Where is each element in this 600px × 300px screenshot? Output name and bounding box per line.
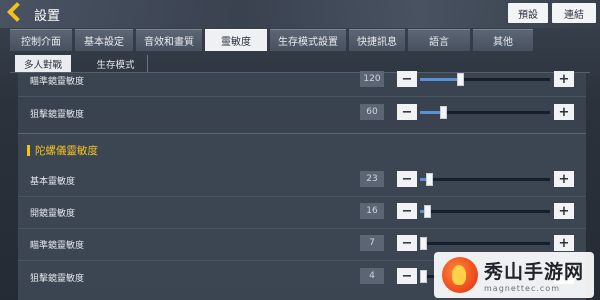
- increase-button[interactable]: +: [554, 235, 574, 251]
- increase-button[interactable]: +: [554, 171, 574, 187]
- setting-label: 開鏡靈敏度: [30, 209, 76, 219]
- section-marker: [27, 145, 30, 156]
- decrease-button[interactable]: −: [397, 104, 417, 120]
- setting-label: 基本靈敏度: [30, 177, 76, 187]
- settings-tabs: 控制介面 基本設定 音效和畫質 靈敏度 生存模式設置 快捷訊息 語言 其他: [10, 29, 533, 51]
- watermark-title: 秀山手游网: [484, 262, 585, 283]
- slider-thumb[interactable]: [439, 106, 447, 119]
- gyro-ads-row: 開鏡靈敏度 16 − +: [26, 202, 582, 222]
- value-display: 4: [360, 268, 384, 284]
- decrease-button[interactable]: −: [397, 268, 417, 284]
- back-button[interactable]: [3, 2, 27, 24]
- gyro-basic-row: 基本靈敏度 23 − +: [26, 170, 582, 190]
- increase-button[interactable]: +: [554, 71, 574, 87]
- increase-button[interactable]: +: [554, 104, 574, 120]
- watermark-logo-icon: [442, 257, 478, 293]
- sensitivity-slider[interactable]: [420, 237, 550, 250]
- tab-audio-graphics[interactable]: 音效和畫質: [136, 29, 202, 51]
- tab-other[interactable]: 其他: [473, 29, 533, 51]
- sniper-sensitivity-row: 狙擊鏡靈敏度 60 − +: [26, 103, 582, 123]
- watermark-url: magnettec.com: [484, 284, 560, 293]
- setting-label: 狙擊鏡靈敏度: [30, 110, 85, 120]
- section-title: 陀螺儀靈敏度: [27, 143, 98, 158]
- slider-thumb[interactable]: [420, 237, 427, 250]
- value-display: 120: [360, 71, 384, 87]
- tab-control-interface[interactable]: 控制介面: [10, 29, 72, 51]
- slider-thumb[interactable]: [456, 73, 464, 86]
- gyro-scope-row: 瞄準鏡靈敏度 7 − +: [26, 234, 582, 254]
- header: 設置 預設 連結: [0, 0, 600, 26]
- value-display: 60: [360, 104, 384, 120]
- back-arrow-icon: [7, 2, 27, 22]
- sensitivity-slider[interactable]: [420, 106, 550, 119]
- slider-thumb[interactable]: [426, 173, 434, 186]
- connect-button[interactable]: 連結: [552, 3, 596, 23]
- site-watermark: 秀山手游网 magnettec.com: [434, 252, 594, 298]
- sensitivity-slider[interactable]: [420, 173, 550, 186]
- divider: [18, 96, 586, 97]
- tab-sensitivity[interactable]: 靈敏度: [205, 29, 267, 51]
- setting-label: 瞄準鏡靈敏度: [30, 77, 85, 87]
- decrease-button[interactable]: −: [397, 171, 417, 187]
- preset-button[interactable]: 預設: [508, 3, 548, 23]
- divider: [18, 228, 586, 229]
- page-title: 設置: [34, 8, 61, 23]
- value-display: 16: [360, 203, 384, 219]
- divider: [18, 196, 586, 197]
- sensitivity-slider[interactable]: [420, 205, 550, 218]
- value-display: 23: [360, 171, 384, 187]
- slider-thumb[interactable]: [420, 270, 427, 283]
- increase-button[interactable]: +: [554, 203, 574, 219]
- setting-label: 狙擊鏡靈敏度: [30, 274, 85, 284]
- setting-label: 瞄準鏡靈敏度: [30, 241, 85, 251]
- slider-thumb[interactable]: [423, 205, 431, 218]
- gyro-section-title: 陀螺儀靈敏度: [35, 145, 98, 157]
- decrease-button[interactable]: −: [397, 71, 417, 87]
- scope-sensitivity-row: 瞄準鏡靈敏度 120 − +: [26, 70, 582, 90]
- tab-quick-messages[interactable]: 快捷訊息: [349, 29, 405, 51]
- decrease-button[interactable]: −: [397, 235, 417, 251]
- tab-language[interactable]: 語言: [408, 29, 470, 51]
- tab-survival-settings[interactable]: 生存模式設置: [270, 29, 346, 51]
- slider-fill: [420, 78, 461, 81]
- value-display: 7: [360, 235, 384, 251]
- tab-basic-settings[interactable]: 基本設定: [75, 29, 133, 51]
- decrease-button[interactable]: −: [397, 203, 417, 219]
- sensitivity-slider[interactable]: [420, 73, 550, 86]
